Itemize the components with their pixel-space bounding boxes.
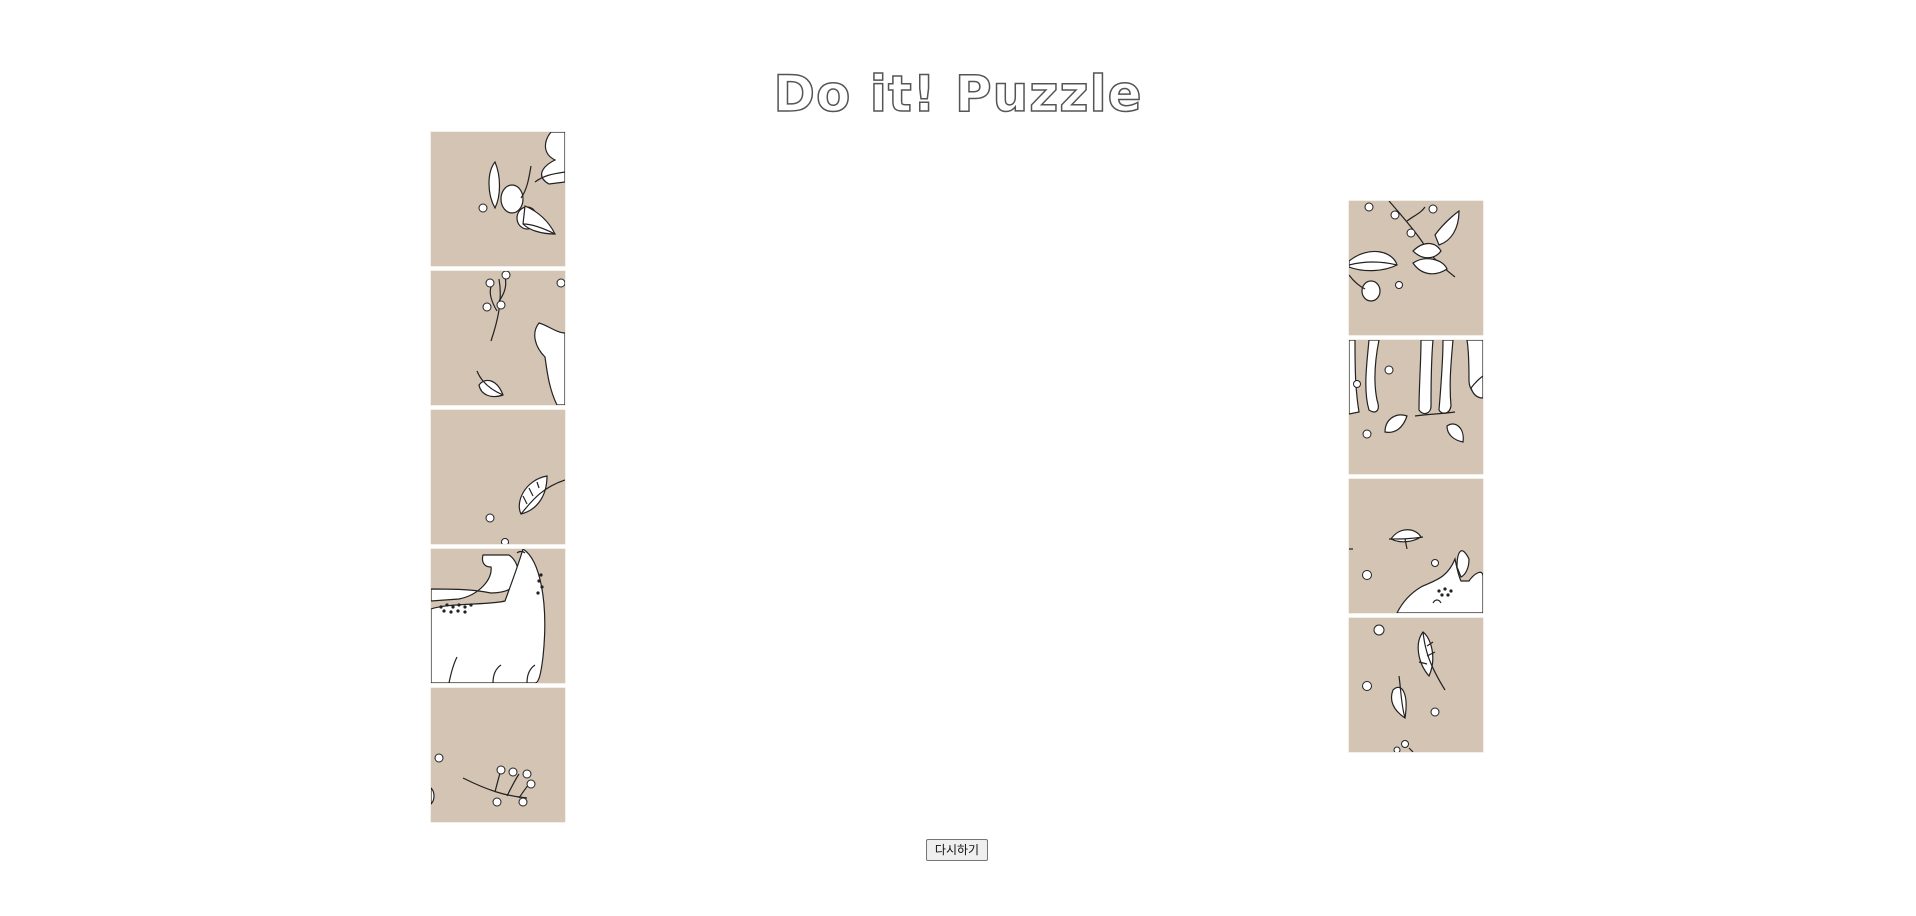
puzzle-piece[interactable] [1349, 618, 1483, 752]
piece-tray-right [1349, 201, 1483, 757]
puzzle-piece[interactable] [1349, 201, 1483, 335]
puzzle-page: Do it! Puzzle 다시하기 [0, 0, 1916, 916]
puzzle-piece[interactable] [431, 410, 565, 544]
puzzle-piece[interactable] [1349, 479, 1483, 613]
puzzle-piece[interactable] [431, 271, 565, 405]
page-title: Do it! Puzzle [773, 64, 1143, 124]
puzzle-piece[interactable] [431, 688, 565, 822]
puzzle-piece[interactable] [431, 132, 565, 266]
puzzle-piece[interactable] [431, 549, 565, 683]
restart-button[interactable]: 다시하기 [926, 839, 988, 861]
piece-tray-left [431, 132, 565, 827]
puzzle-piece[interactable] [1349, 340, 1483, 474]
